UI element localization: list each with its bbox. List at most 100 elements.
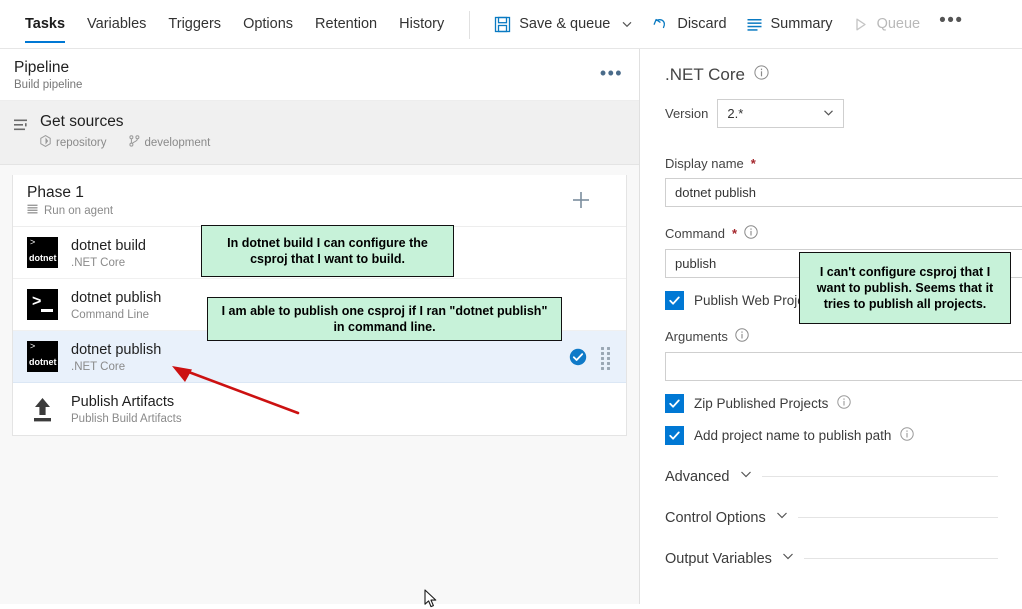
cursor-underscore <box>41 309 53 312</box>
phase-subtitle-row: Run on agent <box>27 204 612 218</box>
tab-tasks[interactable]: Tasks <box>14 0 76 48</box>
task-subtitle: .NET Core <box>71 360 126 373</box>
annotation-arrow <box>172 366 300 415</box>
mouse-cursor <box>424 589 437 608</box>
annotation-callout-command-line: I am able to publish one csproj if I ran… <box>207 297 562 341</box>
phase-row[interactable]: Phase 1 Run on agent <box>13 175 626 227</box>
tab-history[interactable]: History <box>388 0 455 48</box>
task-text: dotnet publish .NET Core <box>71 341 569 373</box>
version-label: Version <box>665 106 709 121</box>
info-icon[interactable] <box>754 65 769 85</box>
get-sources-title: Get sources <box>40 113 124 130</box>
play-icon <box>851 15 870 34</box>
toolbar-overflow-button[interactable]: ••• <box>929 0 973 45</box>
tab-history-label: History <box>399 16 445 32</box>
arguments-label: Arguments <box>665 329 728 344</box>
section-advanced[interactable]: Advanced <box>665 467 1022 486</box>
toolbar-divider <box>469 11 471 39</box>
discard-label: Discard <box>677 16 727 32</box>
command-value: publish <box>675 256 717 271</box>
task-subtitle: Publish Build Artifacts <box>71 413 182 425</box>
top-bar: Tasks Variables Triggers Options Retenti… <box>0 0 1022 49</box>
annotation-callout-dotnet-build: In dotnet build I can configure the cspr… <box>201 225 454 277</box>
summary-button[interactable]: Summary <box>736 0 842 48</box>
phase-title: Phase 1 <box>27 184 84 201</box>
table-row[interactable]: Publish Artifacts Publish Build Artifact… <box>13 383 626 435</box>
chevron-down-icon <box>775 508 789 527</box>
tab-variables[interactable]: Variables <box>76 0 157 48</box>
task-details-title: .NET Core <box>665 65 745 84</box>
tab-variables-label: Variables <box>87 16 147 32</box>
section-output-variables-label: Output Variables <box>665 550 772 567</box>
branch-label: development <box>144 136 211 149</box>
branch-icon <box>128 135 140 150</box>
command-label: Command <box>665 226 725 241</box>
info-icon[interactable] <box>837 395 852 412</box>
display-name-label: Display name <box>665 156 744 171</box>
pipeline-overflow-button[interactable]: ••• <box>600 63 623 84</box>
command-line-icon: > <box>27 289 58 320</box>
zip-published-projects-label: Zip Published Projects <box>694 396 829 411</box>
add-project-name-row[interactable]: Add project name to publish path <box>665 426 1022 445</box>
queue-button: Queue <box>842 0 930 48</box>
chevron-down-icon <box>822 106 835 122</box>
dotnet-wordmark: dotnet <box>29 253 57 263</box>
info-icon[interactable] <box>735 328 749 345</box>
section-control-options[interactable]: Control Options <box>665 508 1022 527</box>
section-divider <box>761 476 998 477</box>
zip-published-projects-checkbox[interactable] <box>665 394 684 413</box>
section-output-variables[interactable]: Output Variables <box>665 549 1022 568</box>
version-value: 2.* <box>727 106 744 121</box>
save-icon <box>493 15 512 34</box>
chevron-down-icon[interactable] <box>621 18 633 30</box>
get-sources-row[interactable]: Get sources repository development <box>0 101 639 165</box>
dotnet-wordmark: dotnet <box>29 357 57 367</box>
publish-web-projects-checkbox[interactable] <box>665 291 684 310</box>
branch-info: development <box>128 135 211 150</box>
display-name-label-row: Display name * <box>665 156 1022 171</box>
task-details-pane: .NET Core Version 2.* Display name * dot… <box>641 49 1022 604</box>
tab-triggers[interactable]: Triggers <box>157 0 232 48</box>
tab-triggers-label: Triggers <box>168 16 222 32</box>
command-label-row: Command * <box>665 225 1022 242</box>
repository-info: repository <box>40 135 107 150</box>
list-icon <box>745 15 764 34</box>
tab-tasks-label: Tasks <box>25 16 66 32</box>
prompt-glyph: > <box>30 341 36 351</box>
toolbar: Save & queue Discard Summary Queue ••• <box>484 0 973 48</box>
add-task-button[interactable] <box>568 187 594 213</box>
save-and-queue-button[interactable]: Save & queue <box>484 0 642 48</box>
task-name: dotnet publish <box>71 341 162 358</box>
tab-retention[interactable]: Retention <box>304 0 388 48</box>
arguments-label-row: Arguments <box>665 328 1022 345</box>
arguments-input[interactable] <box>665 352 1022 381</box>
phase-subtitle: Run on agent <box>44 205 114 217</box>
drag-handle[interactable] <box>601 346 612 370</box>
display-name-input[interactable]: dotnet publish <box>665 178 1022 207</box>
add-project-name-label-row: Add project name to publish path <box>694 427 915 444</box>
undo-icon <box>651 15 670 34</box>
chevron-down-icon <box>781 549 795 568</box>
repository-label: repository <box>56 136 107 149</box>
page-title: Pipeline <box>14 59 70 76</box>
tab-options[interactable]: Options <box>232 0 304 48</box>
discard-button[interactable]: Discard <box>642 0 735 48</box>
version-row: Version 2.* <box>665 99 1022 128</box>
task-enabled-check-icon[interactable] <box>569 348 587 366</box>
add-project-name-checkbox[interactable] <box>665 426 684 445</box>
tab-strip: Tasks Variables Triggers Options Retenti… <box>0 0 455 48</box>
pipeline-header: Pipeline Build pipeline ••• <box>0 49 639 101</box>
agent-icon <box>27 204 38 218</box>
task-name: Publish Artifacts <box>71 394 175 410</box>
version-select[interactable]: 2.* <box>717 99 845 128</box>
task-text: Publish Artifacts Publish Build Artifact… <box>71 393 612 425</box>
info-icon[interactable] <box>744 225 758 242</box>
zip-published-projects-row[interactable]: Zip Published Projects <box>665 394 1022 413</box>
section-divider <box>803 558 998 559</box>
required-marker: * <box>731 226 738 241</box>
repository-icon <box>40 135 51 150</box>
info-icon[interactable] <box>900 427 915 444</box>
prompt-glyph: > <box>32 293 42 310</box>
chevron-down-icon <box>739 467 753 486</box>
add-project-name-label: Add project name to publish path <box>694 428 892 443</box>
